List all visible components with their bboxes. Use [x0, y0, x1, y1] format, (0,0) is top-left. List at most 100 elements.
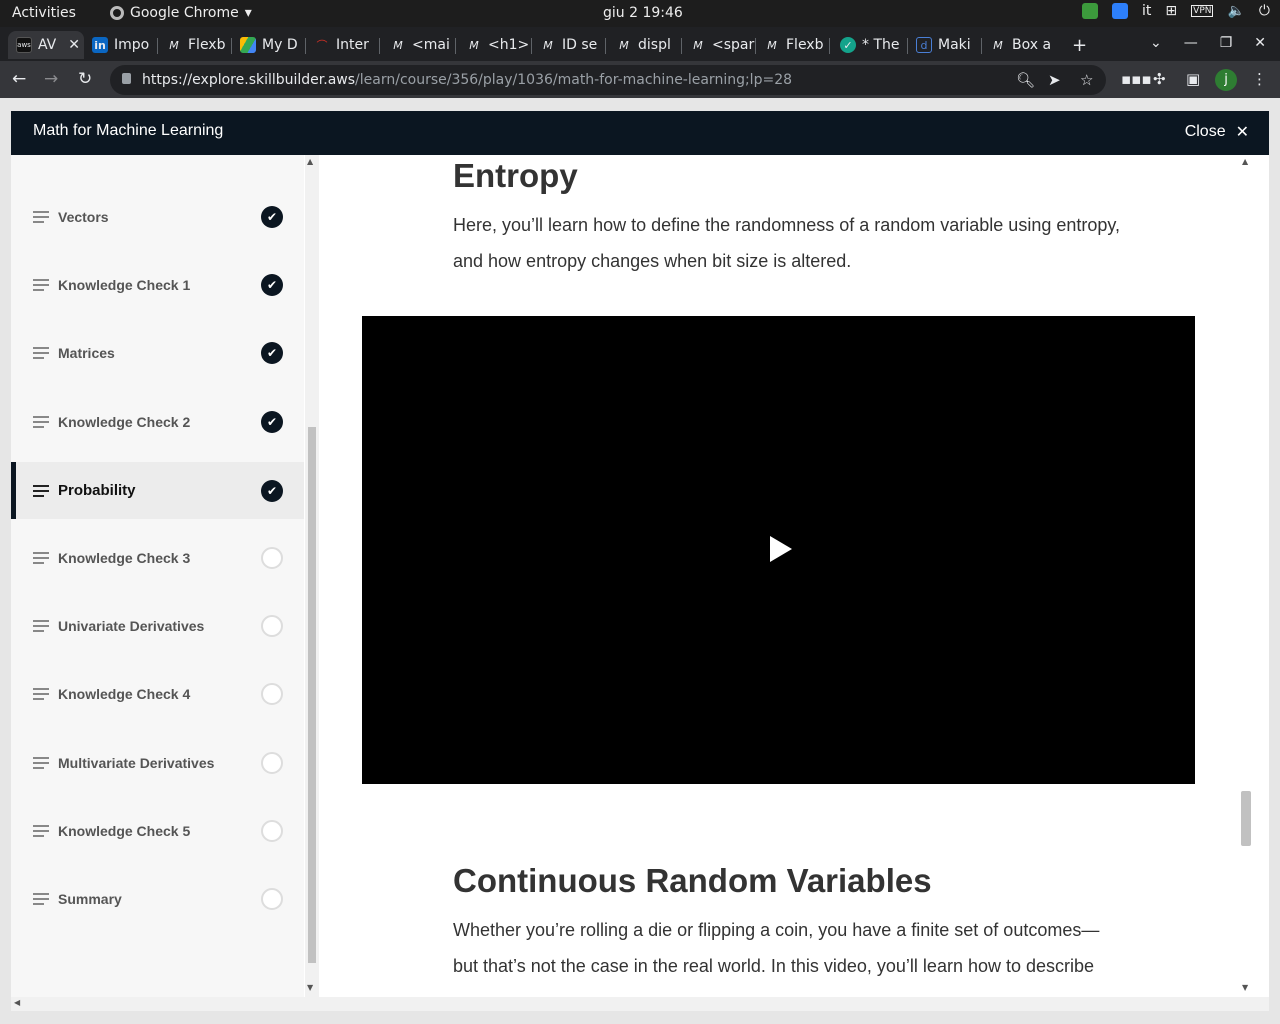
send-icon[interactable]: ➤	[1048, 71, 1061, 89]
minimize-icon[interactable]: —	[1184, 35, 1198, 51]
lock-icon[interactable]	[122, 73, 131, 84]
keyboard-layout-indicator[interactable]: it	[1142, 3, 1151, 19]
url-text[interactable]: https://explore.skillbuilder.aws/learn/c…	[142, 72, 792, 88]
scroll-up-icon[interactable]: ▲	[307, 157, 313, 166]
scroll-left-icon[interactable]: ◀	[14, 998, 20, 1007]
tab-title: Box a	[1012, 37, 1052, 53]
vpn-icon[interactable]: VPN	[1191, 5, 1214, 17]
sidebar-item-knowledge-check-1[interactable]: Knowledge Check 1 ✔	[11, 257, 304, 313]
mdn-favicon-icon: M	[543, 38, 553, 52]
tab[interactable]: M <mai	[390, 31, 456, 59]
course-title: Math for Machine Learning	[33, 122, 224, 139]
profile-avatar[interactable]: j	[1215, 69, 1237, 91]
close-window-icon[interactable]: ✕	[1254, 35, 1266, 51]
lesson-lines-icon	[33, 279, 49, 291]
tab[interactable]: Mdispl	[616, 31, 682, 59]
tab[interactable]: M Flexb	[166, 31, 232, 59]
url-host: https://explore.skillbuilder.aws	[142, 72, 356, 88]
network-icon[interactable]: ⊞	[1165, 3, 1177, 19]
tab-title: Flexb	[786, 37, 824, 53]
volume-icon[interactable]: 🔈	[1227, 3, 1244, 19]
close-button[interactable]: Close ✕	[1185, 122, 1249, 142]
new-tab-button[interactable]: +	[1072, 35, 1087, 56]
sidebar-scrollbar[interactable]: ▲ ▼	[305, 155, 319, 1011]
section-body: Whether you’re rolling a die or flipping…	[453, 920, 1100, 976]
back-icon[interactable]: ←	[12, 69, 26, 89]
lesson-lines-icon	[33, 825, 49, 837]
sidebar-item-label: Summary	[58, 891, 122, 907]
section-heading: Continuous Random Variables	[453, 862, 932, 899]
bookmark-star-icon[interactable]: ☆	[1080, 71, 1093, 89]
sidebar-item-summary[interactable]: Summary	[11, 871, 304, 927]
tab[interactable]: ⌒ Inter	[314, 31, 380, 59]
sidebar-item-univariate-derivatives[interactable]: Univariate Derivatives	[11, 598, 304, 654]
clock[interactable]: giu 2 19:46	[603, 5, 683, 21]
incomplete-circle-icon	[261, 752, 283, 774]
checkmark-icon: ✔	[261, 206, 283, 228]
tab[interactable]: M <h1>	[466, 31, 532, 59]
zoom-app-icon[interactable]	[1112, 3, 1129, 19]
activities-button[interactable]: Activities	[12, 5, 76, 21]
sidebar-item-matrices[interactable]: Matrices ✔	[11, 325, 304, 381]
forward-icon[interactable]: →	[44, 69, 58, 89]
sidebar-item-label: Knowledge Check 4	[58, 686, 191, 702]
address-bar[interactable]: https://explore.skillbuilder.aws/learn/c…	[110, 65, 1106, 95]
sidebar-item-probability[interactable]: Probability ✔	[11, 462, 304, 519]
sidebar-item-knowledge-check-5[interactable]: Knowledge Check 5	[11, 803, 304, 859]
linkedin-favicon-icon: in	[92, 37, 108, 53]
tab[interactable]: in Impo	[92, 31, 158, 59]
content-scrollbar[interactable]: ▲ ▼	[1239, 155, 1269, 1011]
tab-title: displ	[638, 37, 671, 53]
tab[interactable]: d Maki	[916, 31, 982, 59]
tab-title: AV	[38, 37, 57, 53]
sidebar-item-label: Multivariate Derivatives	[58, 755, 215, 771]
tab[interactable]: M Box a	[990, 31, 1052, 59]
course-player: Math for Machine Learning Close ✕ Vector…	[11, 111, 1269, 1011]
video-player[interactable]	[362, 316, 1195, 784]
shield-favicon-icon: ✓	[840, 37, 856, 53]
tab-search-icon[interactable]: ⌄	[1150, 35, 1162, 51]
tab-title: <h1>	[488, 37, 530, 53]
tab[interactable]: M <spar	[690, 31, 756, 59]
system-tray[interactable]: it ⊞ VPN 🔈 ⏻	[1082, 3, 1270, 19]
reload-icon[interactable]: ↻	[78, 69, 92, 89]
power-icon[interactable]: ⏻	[1259, 3, 1270, 19]
puzzle-extensions-icon[interactable]: ✣	[1153, 70, 1166, 88]
interview-favicon-icon: ⌒	[316, 39, 328, 52]
tab-active[interactable]: aws AV ✕	[8, 31, 84, 59]
sidebar-item-label: Knowledge Check 2	[58, 414, 191, 430]
chrome-menu-icon[interactable]: ⋮	[1252, 70, 1267, 88]
sidebar-item-knowledge-check-4[interactable]: Knowledge Check 4	[11, 666, 304, 722]
lesson-lines-icon	[33, 347, 49, 359]
content-scroll-thumb[interactable]	[1241, 791, 1251, 846]
tab[interactable]: M Flexb	[764, 31, 830, 59]
sidebar-item-multivariate-derivatives[interactable]: Multivariate Derivatives	[11, 735, 304, 791]
tab[interactable]: ✓ * The	[840, 31, 908, 59]
incomplete-circle-icon	[261, 547, 283, 569]
tab-title: Flexb	[188, 37, 226, 53]
tab[interactable]: My D	[240, 31, 306, 59]
app-menu[interactable]: Google Chrome ▾	[110, 5, 252, 21]
scroll-up-icon[interactable]: ▲	[1242, 157, 1248, 166]
scroll-down-icon[interactable]: ▼	[1242, 983, 1248, 992]
mdn-favicon-icon: M	[393, 38, 403, 52]
play-icon[interactable]	[770, 536, 792, 562]
browser-toolbar: ← → ↻ https://explore.skillbuilder.aws/l…	[0, 61, 1280, 98]
close-tab-icon[interactable]: ✕	[68, 37, 80, 53]
tab[interactable]: M ID se	[540, 31, 606, 59]
sidebar-item-knowledge-check-2[interactable]: Knowledge Check 2 ✔	[11, 394, 304, 450]
lesson-lines-icon	[33, 416, 49, 428]
maximize-icon[interactable]: ❐	[1220, 35, 1233, 51]
extension-status-icon[interactable]	[1082, 3, 1099, 19]
zoom-icon[interactable]: 🔍︎	[1016, 71, 1035, 89]
incomplete-circle-icon	[261, 888, 283, 910]
sidebar-item-vectors[interactable]: Vectors ✔	[11, 189, 304, 245]
checkmark-icon: ✔	[261, 479, 283, 502]
password-extension-icon[interactable]: ▪▪▪	[1121, 70, 1152, 88]
scroll-down-icon[interactable]: ▼	[307, 983, 313, 992]
sidebar-scroll-thumb[interactable]	[308, 427, 316, 963]
sidebar-item-knowledge-check-3[interactable]: Knowledge Check 3	[11, 530, 304, 586]
reading-list-icon[interactable]: ▣	[1186, 70, 1200, 88]
horizontal-scrollbar[interactable]: ◀	[11, 997, 1269, 1011]
tab-title: <spar	[712, 37, 755, 53]
